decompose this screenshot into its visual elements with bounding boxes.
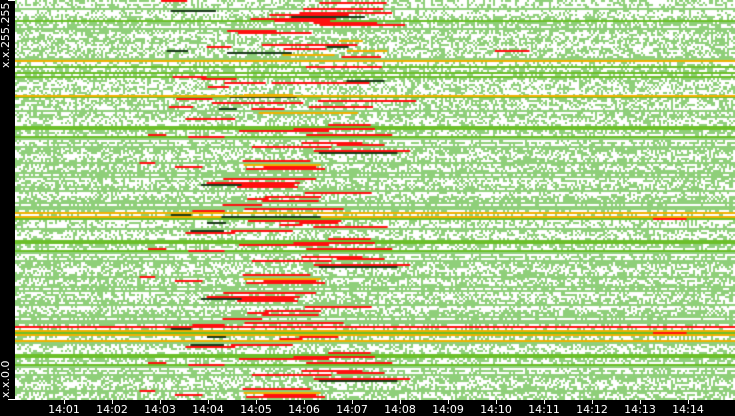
x-tick-label: 14:14 [672,403,704,416]
x-tick-label: 14:09 [432,403,464,416]
y-tick-label-top: x.x.255.255 [0,2,12,68]
y-tick-top [8,0,15,1]
x-tick-label: 14:05 [240,403,272,416]
y-tick-label-bottom: x.x.0.0 [0,360,12,398]
x-tick-label: 14:03 [144,403,176,416]
x-tick-label: 14:06 [288,403,320,416]
x-tick-label: 14:13 [624,403,656,416]
x-tick-label: 14:10 [480,403,512,416]
x-tick-label: 14:01 [48,403,80,416]
traffic-heatmap [15,0,735,400]
x-axis: 14:01 14:02 14:03 14:04 14:05 14:06 14:07 14:08… [0,400,735,416]
x-tick-label: 14:11 [528,403,560,416]
x-tick-label: 14:02 [96,403,128,416]
x-tick-label: 14:12 [576,403,608,416]
x-tick-label: 14:04 [192,403,224,416]
x-tick-label: 14:07 [336,403,368,416]
heatmap-canvas [15,0,735,400]
x-tick-label: 14:08 [384,403,416,416]
